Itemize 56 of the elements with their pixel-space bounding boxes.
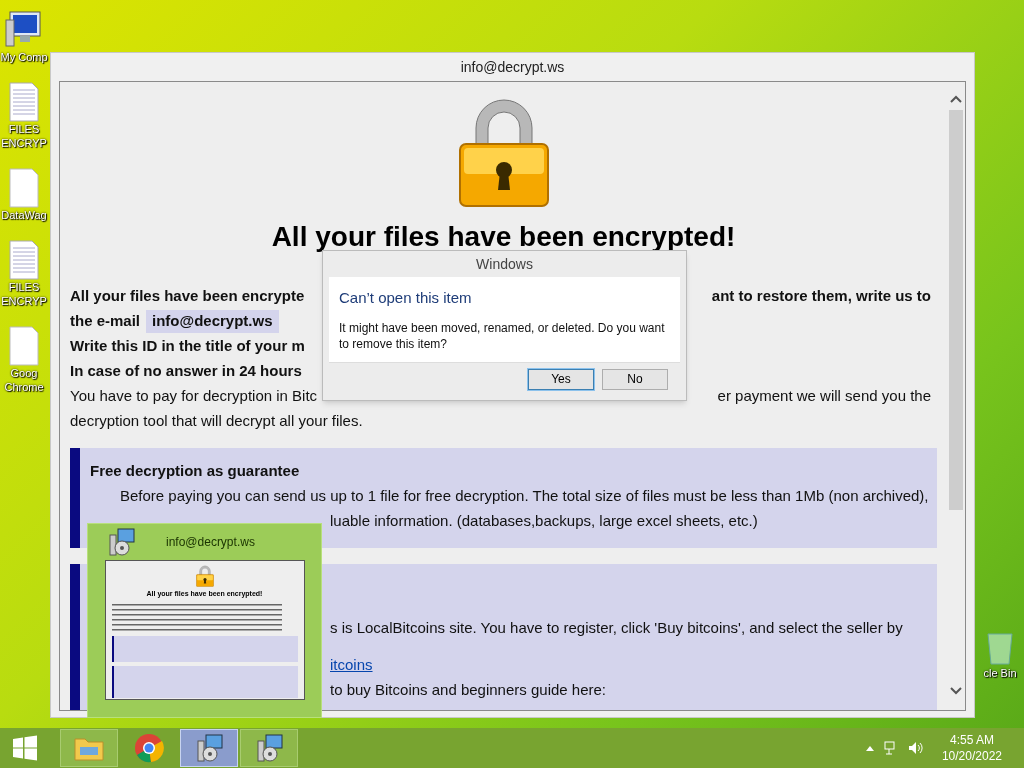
note-text: Before paying you can send us up to 1 file for free decryption. The total size of files must be less than 1Mb (non archived), xyxy=(120,486,929,507)
volume-icon[interactable] xyxy=(907,741,924,755)
desktop-icon-label[interactable]: FILES xyxy=(8,122,40,136)
installer-icon xyxy=(194,733,224,763)
network-icon[interactable] xyxy=(883,741,898,755)
padlock-icon xyxy=(195,565,214,587)
desktop-icon-label[interactable]: DataWag xyxy=(1,208,47,222)
clock-time[interactable]: 4:55 AM xyxy=(949,732,994,748)
dialog-heading: Can’t open this item xyxy=(339,288,473,308)
note-text: luable information. (databases,backups, large excel sheets, etc.) xyxy=(330,511,758,532)
taskbar-button[interactable] xyxy=(240,729,298,767)
desktop-icon-label[interactable]: FILES xyxy=(8,280,40,294)
note-text: s is LocalBitcoins site. You have to register, click 'Buy bitcoins', and select the seller by xyxy=(330,618,903,639)
text-file-icon xyxy=(9,240,39,280)
desktop-icon-label[interactable]: ENCRYP xyxy=(1,294,47,308)
recycle-bin-icon xyxy=(985,630,1015,666)
desktop-icon-label[interactable]: Chrome xyxy=(4,380,44,394)
email-address: info@decrypt.ws xyxy=(146,310,279,333)
chrome-icon xyxy=(134,733,164,763)
desktop-icon-label[interactable]: ENCRYP xyxy=(1,136,47,150)
clock-date[interactable]: 10/20/2022 xyxy=(941,748,1002,764)
note-text: You have to pay for decryption in Bitc xyxy=(70,386,318,407)
thumbnail-title: info@decrypt.ws xyxy=(166,534,255,551)
bitcoins-link[interactable]: itcoins xyxy=(330,654,373,677)
computer-icon xyxy=(4,10,44,50)
installer-icon xyxy=(106,527,136,557)
note-text: In case of no answer in 24 hours xyxy=(70,361,302,382)
desktop-icon-label[interactable]: cle Bin xyxy=(983,666,1017,680)
note-text: ant to restore them, write us to xyxy=(711,286,932,307)
dialog-button[interactable]: No xyxy=(602,368,668,390)
note-text: to buy Bitcoins and beginners guide here: xyxy=(330,680,607,701)
note-text: decryption tool that will decrypt all your files. xyxy=(70,411,363,432)
scroll-down-icon[interactable] xyxy=(950,686,962,696)
note-text: er payment we will send you the xyxy=(717,386,932,407)
windows-start-icon[interactable] xyxy=(12,735,38,761)
taskbar-button[interactable] xyxy=(180,729,238,767)
ransom-heading: All your files have been encrypted! xyxy=(270,220,737,254)
dialog-button[interactable]: Yes xyxy=(528,368,594,390)
note-text: Write this ID in the title of your m xyxy=(70,336,305,357)
window-title: info@decrypt.ws xyxy=(460,57,565,77)
dialog-title: Windows xyxy=(476,254,533,274)
note-text: the e-mail xyxy=(70,311,141,332)
padlock-icon xyxy=(457,96,550,208)
dialog-message: It might have been moved, renamed, or deleted. Do you want to remove this item? xyxy=(339,319,666,352)
text-file-icon xyxy=(9,82,39,122)
file-icon xyxy=(9,326,39,366)
desktop-icon-label[interactable]: Goog xyxy=(10,366,38,380)
scroll-up-icon[interactable] xyxy=(950,94,962,104)
show-hidden-icons[interactable] xyxy=(865,745,874,751)
note-text: All your files have been encrypte xyxy=(70,286,305,307)
scrollbar-thumb[interactable] xyxy=(949,110,963,510)
file-icon xyxy=(9,168,39,208)
desktop-icon-label[interactable]: My Comp xyxy=(0,50,48,64)
info-box-title: Free decryption as guarantee xyxy=(90,461,301,481)
folder-icon xyxy=(74,735,104,761)
installer-icon xyxy=(254,733,284,763)
